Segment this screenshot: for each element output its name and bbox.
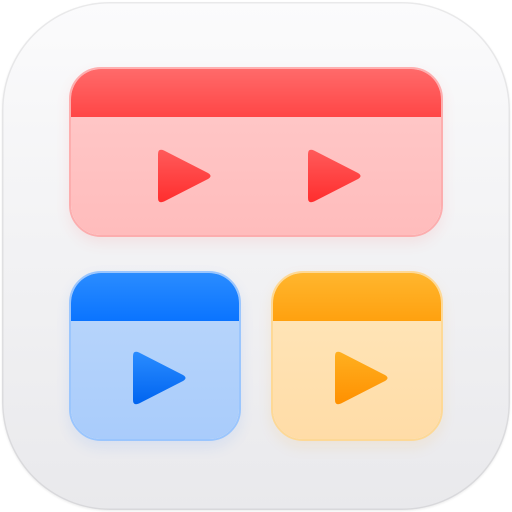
blue-card — [69, 271, 241, 441]
red-card-body — [71, 117, 441, 235]
play-icon — [335, 351, 388, 405]
play-icon — [308, 149, 361, 203]
blue-card-header — [71, 273, 239, 321]
red-wide-card — [69, 67, 443, 237]
app-icon-canvas — [0, 0, 512, 512]
orange-card — [271, 271, 443, 441]
orange-card-header — [273, 273, 441, 321]
play-icon — [158, 149, 211, 203]
play-icon — [133, 351, 186, 405]
red-card-header — [71, 69, 441, 117]
